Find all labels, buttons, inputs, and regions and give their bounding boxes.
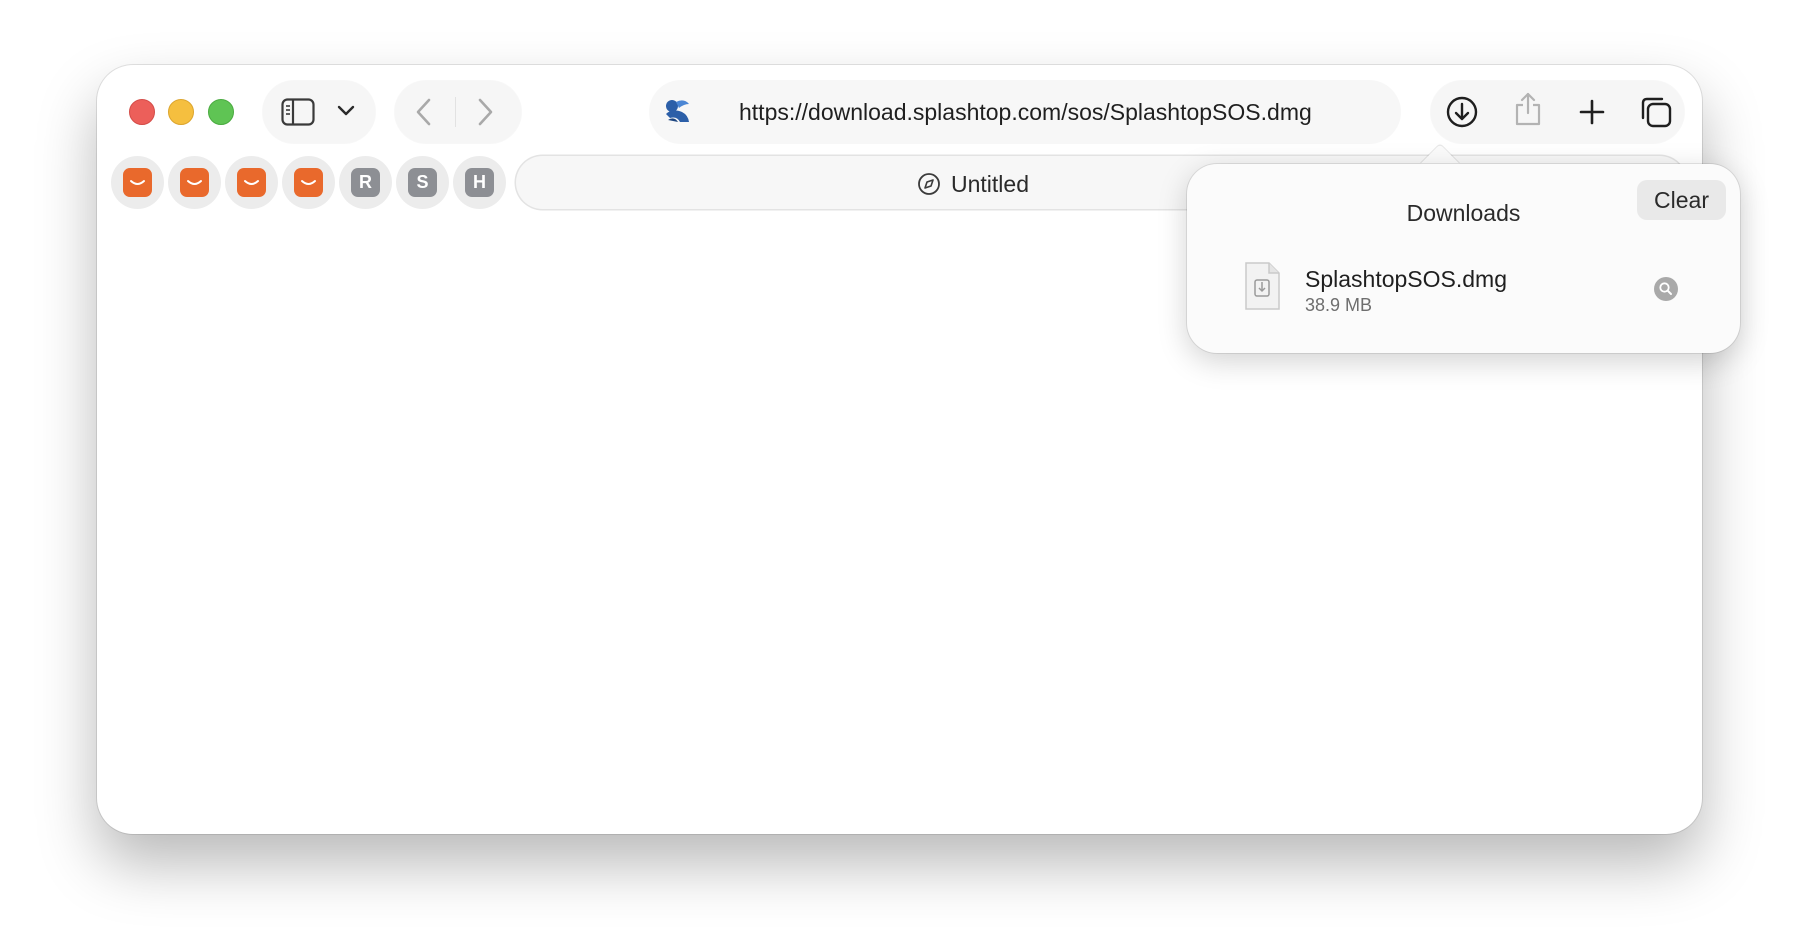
new-tab-plus-icon[interactable] — [1578, 98, 1606, 126]
amazon-icon — [123, 168, 152, 197]
share-icon[interactable] — [1514, 91, 1542, 127]
favorite-h[interactable]: H — [453, 156, 506, 209]
favorite-amazon-1[interactable] — [111, 156, 164, 209]
letter-r-icon: R — [351, 168, 380, 197]
amazon-icon — [180, 168, 209, 197]
letter-h-icon: H — [465, 168, 494, 197]
favorite-r[interactable]: R — [339, 156, 392, 209]
downloads-icon[interactable] — [1445, 95, 1479, 129]
tab-title: Untitled — [951, 171, 1029, 197]
download-file-size: 38.9 MB — [1305, 295, 1373, 315]
tab-overview-icon[interactable] — [1639, 95, 1673, 129]
url-text[interactable]: https://download.splashtop.com/sos/Splas… — [739, 99, 1312, 126]
splashtop-favicon-icon — [666, 100, 689, 122]
sidebar-toggle-icon[interactable] — [281, 98, 315, 126]
download-file-name: SplashtopSOS.dmg — [1305, 266, 1508, 292]
chevron-down-icon[interactable] — [337, 105, 355, 117]
maximize-window-button[interactable] — [208, 99, 234, 125]
favorite-amazon-4[interactable] — [282, 156, 335, 209]
downloads-popover: Downloads Clear SplashtopSOS.dmg 38.9 MB — [1187, 164, 1740, 353]
compass-icon — [918, 173, 940, 195]
sidebar-controls — [263, 81, 375, 143]
favorite-amazon-2[interactable] — [168, 156, 221, 209]
forward-arrow-icon[interactable] — [477, 97, 495, 127]
clear-button[interactable]: Clear — [1637, 180, 1726, 220]
close-window-button[interactable] — [129, 99, 155, 125]
letter-s-icon: S — [408, 168, 437, 197]
back-arrow-icon[interactable] — [414, 97, 432, 127]
browser-window: https://download.splashtop.com/sos/Splas… — [97, 65, 1740, 834]
amazon-icon — [237, 168, 266, 197]
favorite-s[interactable]: S — [396, 156, 449, 209]
nav-divider — [455, 97, 456, 127]
favorite-amazon-3[interactable] — [225, 156, 278, 209]
minimize-window-button[interactable] — [168, 99, 194, 125]
show-in-finder-magnifier-icon[interactable] — [1653, 276, 1679, 302]
dmg-file-icon — [1245, 262, 1280, 310]
amazon-icon — [294, 168, 323, 197]
